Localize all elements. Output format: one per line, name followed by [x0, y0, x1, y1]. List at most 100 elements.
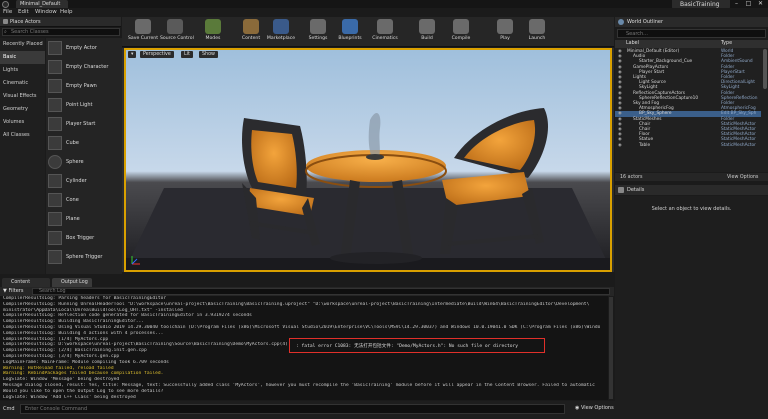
log-scrollbar[interactable] [609, 297, 613, 399]
toolbar-source-control-button[interactable]: Source Control [160, 19, 194, 45]
menu-window[interactable]: Window [35, 9, 57, 15]
save-icon [135, 19, 151, 34]
outliner-view-options[interactable]: View Options [727, 175, 758, 180]
log-line: CompilerResultsLog: [3/4] MyActors.gen.c… [3, 354, 120, 359]
outliner-search-input[interactable]: Search... [617, 29, 766, 38]
maximize-icon[interactable]: □ [743, 0, 754, 8]
toolbar-cinematics-button[interactable]: Cinematics [370, 19, 400, 45]
actor-item-plane[interactable]: Plane [47, 211, 121, 227]
log-warning-line: Warning: RebindPackages failed because c… [3, 371, 164, 377]
category-geometry[interactable]: Geometry [0, 103, 45, 116]
toolbar-play-button[interactable]: Play [490, 19, 520, 45]
unreal-logo-icon [2, 1, 9, 8]
category-cinematic[interactable]: Cinematic [0, 77, 45, 90]
light-bulb-icon [48, 98, 62, 112]
toolbar-launch-button[interactable]: Launch [522, 19, 552, 45]
toolbar-marketplace-button[interactable]: Marketplace [266, 19, 296, 45]
toolbar-modes-button[interactable]: Modes [198, 19, 228, 45]
outliner-col-label[interactable]: Label [626, 41, 639, 46]
cinematics-icon [377, 19, 393, 34]
details-icon [618, 187, 624, 193]
log-warning-line: Warning: HotReload failed, reload failed [3, 365, 114, 371]
level-viewport[interactable] [124, 48, 612, 272]
settings-icon [310, 19, 326, 34]
category-recently-placed[interactable]: Recently Placed [0, 38, 45, 51]
search-classes-input[interactable]: Search Classes [2, 28, 120, 36]
sphere-trigger-icon [48, 250, 62, 264]
minimize-icon[interactable]: – [731, 0, 742, 8]
perspective-button[interactable]: Perspective [140, 51, 174, 58]
source-control-icon [167, 19, 183, 34]
blueprints-icon [342, 19, 358, 34]
log-line: LogMainFrame: MainFrame: Module compilin… [3, 359, 169, 365]
cmd-label[interactable]: Cmd [3, 406, 15, 412]
category-basic[interactable]: Basic [0, 51, 45, 64]
log-line: CompilerResultsLog: Parsing headers for … [3, 296, 167, 301]
plane-icon [48, 212, 62, 226]
log-line: CompilerResultsLog: Building 4 actions w… [3, 330, 164, 336]
box-trigger-icon [48, 231, 62, 245]
outliner-row[interactable]: ◉ Table StaticMeshActor [615, 143, 761, 148]
menu-edit[interactable]: Edit [18, 9, 29, 15]
category-visual-effects[interactable]: Visual Effects [0, 90, 45, 103]
toolbar-build-button[interactable]: Build [412, 19, 442, 45]
viewport-menu-button[interactable]: ▾ [128, 51, 137, 58]
actor-item-player-start[interactable]: Player Start [47, 116, 121, 132]
actor-item-empty-pawn[interactable]: Empty Pawn [47, 78, 121, 94]
toolbar-blueprints-button[interactable]: Blueprints [335, 19, 365, 45]
log-line: CompilerResultsLog: Reflection code gene… [3, 313, 252, 319]
search-icon: ⌕ [4, 29, 7, 35]
actor-item-box-trigger[interactable]: Box Trigger [47, 230, 121, 246]
actor-item-cylinder[interactable]: Cylinder [47, 173, 121, 189]
place-actors-title: Place Actors [10, 19, 41, 25]
log-line: CompilerResultsLog: [1/4] MyActors.cpp [3, 336, 109, 342]
menu-bar [0, 8, 768, 17]
tab-content-browser[interactable]: Content Browser [2, 278, 50, 294]
modes-icon [205, 19, 221, 34]
toolbar-content-button[interactable]: Content [236, 19, 266, 45]
log-line: CompilerResultsLog: D:\workspace\unreal-… [3, 342, 288, 348]
log-search-input[interactable]: Search Log [32, 288, 610, 295]
toolbar-settings-button[interactable]: Settings [303, 19, 333, 45]
build-icon [419, 19, 435, 34]
actor-item-sphere[interactable]: Sphere [47, 154, 121, 170]
menu-help[interactable]: Help [60, 9, 73, 15]
globe-icon [618, 19, 624, 25]
category-volumes[interactable]: Volumes [0, 116, 45, 129]
show-button[interactable]: Show [199, 51, 218, 58]
console-command-input[interactable]: Enter Console Command [20, 404, 565, 414]
visibility-eye-icon[interactable]: ◉ [618, 143, 622, 148]
log-line: LogSlate: Window 'Add C++ Class' being d… [3, 394, 136, 400]
bottom-tab-bar [0, 277, 614, 287]
lit-button[interactable]: Lit [181, 51, 193, 58]
actor-item-point-light[interactable]: Point Light [47, 97, 121, 113]
outliner-scrollbar[interactable] [763, 49, 767, 89]
close-icon[interactable]: ✕ [755, 0, 766, 8]
toolbar-compile-button[interactable]: Compile [446, 19, 476, 45]
marketplace-icon [273, 19, 289, 34]
log-line: ministrator\AppData\Local\UnrealBuildToo… [3, 307, 183, 313]
level-tab[interactable]: Minimal_Default [16, 0, 68, 8]
launch-icon [529, 19, 545, 34]
log-line: CompilerResultsLog: Running UnrealHeader… [3, 301, 590, 307]
log-line: Message dialog closed, result: Yes, titl… [3, 383, 595, 388]
outliner-row-type: StaticMeshActor [721, 142, 756, 148]
actor-item-empty-actor[interactable]: Empty Actor [47, 40, 121, 56]
menu-file[interactable]: File [3, 9, 12, 15]
actor-item-cone[interactable]: Cone [47, 192, 121, 208]
actor-item-empty-character[interactable]: Empty Character [47, 59, 121, 75]
category-lights[interactable]: Lights [0, 64, 45, 77]
world-outliner-title: World Outliner [627, 19, 664, 25]
actor-item-cube[interactable]: Cube [47, 135, 121, 151]
category-all-classes[interactable]: All Classes [0, 129, 45, 142]
log-view-options[interactable]: ◉ View Options [575, 405, 614, 411]
outliner-col-type[interactable]: Type [721, 41, 732, 46]
content-icon [243, 19, 259, 34]
log-line: LogSlate: Window 'Message' being destroy… [3, 377, 120, 383]
actor-item-sphere-trigger[interactable]: Sphere Trigger [47, 249, 121, 265]
cone-icon [48, 193, 62, 207]
toolbar-save-current-button[interactable]: Save Current [128, 19, 158, 45]
tab-output-log[interactable]: Output Log [52, 278, 92, 287]
filters-button[interactable]: ▼ Filters [3, 288, 23, 294]
log-line: CompilerResultsLog: [2/4] BasicTraining.… [3, 348, 147, 354]
